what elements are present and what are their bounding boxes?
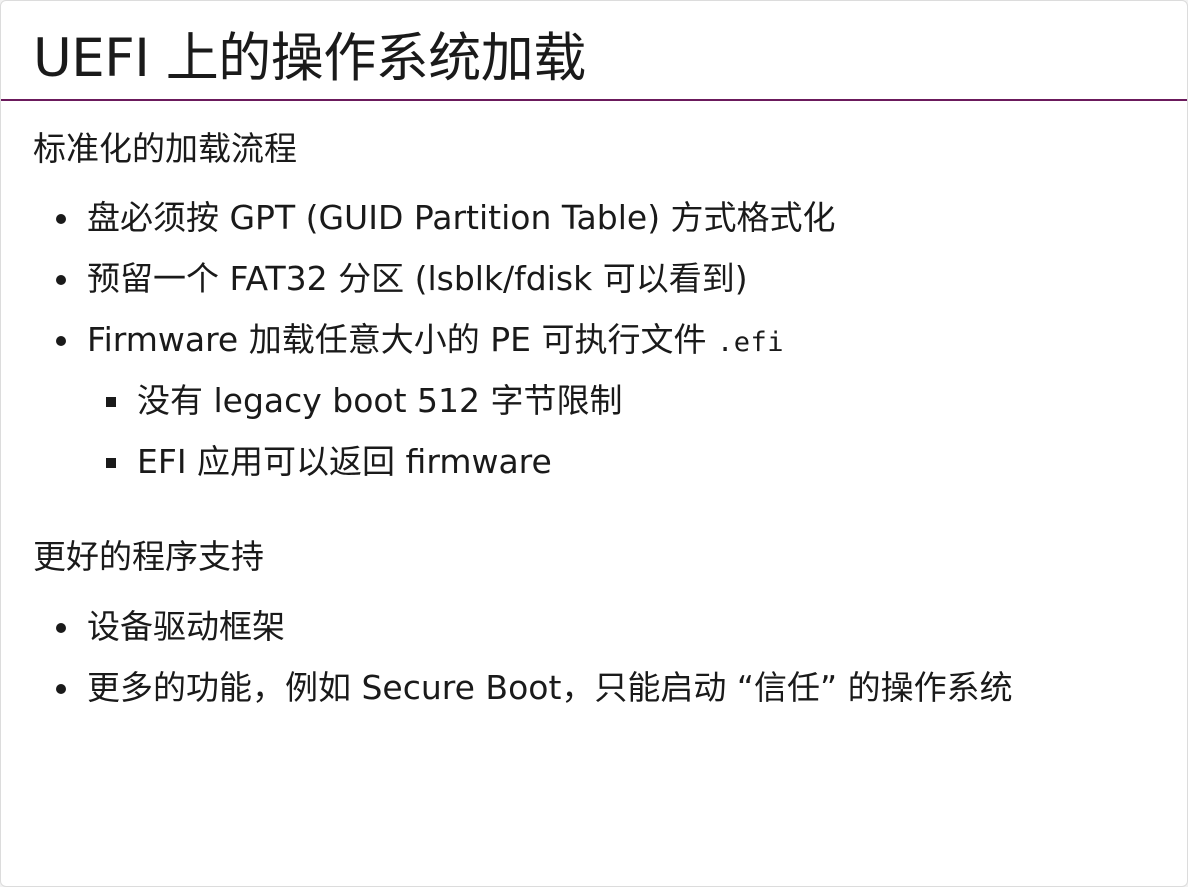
list-item-text: 没有 legacy boot 512 字节限制 (137, 381, 623, 420)
list-item-text: 预留一个 FAT32 分区 (lsblk/fdisk 可以看到) (87, 259, 748, 298)
list-item-text: 盘必须按 GPT (GUID Partition Table) 方式格式化 (87, 198, 836, 237)
list-item: 设备驱动框架 (1, 606, 1013, 667)
list-item: Firmware 加载任意大小的 PE 可执行文件 .efi (1, 319, 836, 380)
list-item-text: Firmware 加载任意大小的 PE 可执行文件 (87, 320, 717, 359)
bullet-dot-icon (56, 275, 66, 285)
slide-title: UEFI 上的操作系统加载 (33, 28, 586, 89)
bullet-dot-icon (56, 623, 66, 633)
program-support-list: 设备驱动框架 更多的功能，例如 Secure Boot，只能启动 “信任” 的操… (1, 606, 1013, 728)
bullet-dot-icon (56, 214, 66, 224)
efi-code-text: .efi (716, 327, 784, 358)
list-item: 更多的功能，例如 Secure Boot，只能启动 “信任” 的操作系统 (1, 667, 1013, 728)
bullet-dot-icon (56, 336, 66, 346)
list-item: EFI 应用可以返回 firmware (1, 441, 836, 502)
section-heading-loading-flow: 标准化的加载流程 (33, 129, 297, 168)
list-item-text: 更多的功能，例如 Secure Boot，只能启动 “信任” 的操作系统 (87, 668, 1013, 707)
title-divider (1, 99, 1187, 101)
loading-flow-list: 盘必须按 GPT (GUID Partition Table) 方式格式化 预留… (1, 197, 836, 502)
bullet-square-icon (106, 397, 116, 407)
section-heading-program-support: 更好的程序支持 (33, 537, 264, 576)
list-item-text: EFI 应用可以返回 firmware (137, 442, 552, 481)
bullet-dot-icon (56, 684, 66, 694)
list-item: 预留一个 FAT32 分区 (lsblk/fdisk 可以看到) (1, 258, 836, 319)
list-item: 盘必须按 GPT (GUID Partition Table) 方式格式化 (1, 197, 836, 258)
list-item: 没有 legacy boot 512 字节限制 (1, 380, 836, 441)
slide: UEFI 上的操作系统加载 标准化的加载流程 盘必须按 GPT (GUID Pa… (0, 0, 1188, 887)
bullet-square-icon (106, 458, 116, 468)
list-item-text: 设备驱动框架 (87, 607, 285, 646)
